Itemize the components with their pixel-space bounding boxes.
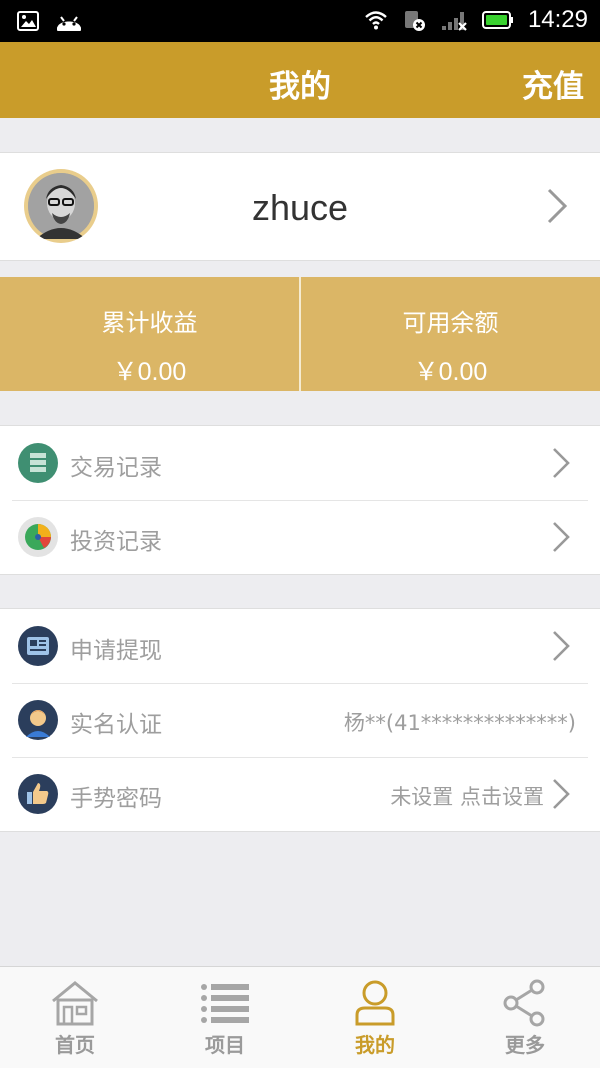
android-icon xyxy=(57,16,81,31)
chevron-right-icon xyxy=(553,631,570,661)
chevron-right-icon xyxy=(547,188,568,224)
list-item-gesture-password[interactable]: 手势密码 未设置 点击设置 xyxy=(0,757,600,831)
list-item-label: 投资记录 xyxy=(70,529,162,555)
thumbs-up-icon xyxy=(18,774,58,814)
gesture-password-status: 未设置 点击设置 xyxy=(390,785,544,809)
available-balance: 可用余额 ￥0.00 xyxy=(299,277,600,391)
clock: 14:29 xyxy=(527,6,588,33)
total-earnings: 累计收益 ￥0.00 xyxy=(0,277,299,391)
tab-home[interactable]: 首页 xyxy=(0,967,150,1068)
signal-icon xyxy=(441,12,467,31)
account-stats: 累计收益 ￥0.00 可用余额 ￥0.00 xyxy=(0,277,600,391)
chevron-right-icon xyxy=(553,779,570,809)
tab-label: 首页 xyxy=(55,1033,95,1057)
list-item-investment-records[interactable]: 投资记录 xyxy=(0,500,600,574)
list-item-label: 手势密码 xyxy=(70,786,162,812)
home-icon xyxy=(52,981,98,1026)
tab-projects[interactable]: 项目 xyxy=(150,967,300,1068)
app-bar: 我的 充值 xyxy=(0,42,600,118)
records-group: 交易记录 投资记录 xyxy=(0,425,600,575)
share-icon xyxy=(503,979,545,1027)
list-icon xyxy=(201,984,249,1023)
available-balance-label: 可用余额 xyxy=(402,309,499,337)
person-icon xyxy=(18,700,58,740)
verification-status: 杨**(41**************) xyxy=(343,711,576,735)
wifi-icon xyxy=(365,11,387,30)
profile-row[interactable]: zhuce xyxy=(0,152,600,261)
recharge-button[interactable]: 充值 xyxy=(522,61,584,106)
chevron-right-icon xyxy=(553,448,570,478)
image-icon xyxy=(17,11,39,31)
battery-icon xyxy=(481,11,513,29)
tab-label: 更多 xyxy=(505,1033,545,1057)
list-item-label: 实名认证 xyxy=(70,712,162,738)
bottom-tab-bar: 首页 项目 我的 更多 xyxy=(0,966,600,1068)
list-item-real-name-verification[interactable]: 实名认证 杨**(41**************) xyxy=(0,683,600,757)
sim-off-icon xyxy=(404,11,425,31)
available-balance-value: ￥0.00 xyxy=(413,358,488,386)
total-earnings-label: 累计收益 xyxy=(101,309,198,337)
tab-mine[interactable]: 我的 xyxy=(300,967,450,1068)
page-title: 我的 xyxy=(269,69,331,105)
card-icon xyxy=(18,626,58,666)
user-icon xyxy=(355,980,395,1026)
tab-more[interactable]: 更多 xyxy=(450,967,600,1068)
list-item-label: 交易记录 xyxy=(70,455,162,481)
tab-label: 项目 xyxy=(205,1033,245,1057)
username: zhuce xyxy=(251,187,349,228)
list-item-label: 申请提现 xyxy=(70,638,162,664)
pie-chart-icon xyxy=(18,517,58,557)
chevron-right-icon xyxy=(553,522,570,552)
list-item-transaction-records[interactable]: 交易记录 xyxy=(0,426,600,500)
tab-label: 我的 xyxy=(355,1033,395,1057)
total-earnings-value: ￥0.00 xyxy=(112,358,187,386)
status-bar: 14:29 xyxy=(0,0,600,42)
stack-icon xyxy=(18,443,58,483)
list-item-withdraw[interactable]: 申请提现 xyxy=(0,609,600,683)
account-group: 申请提现 实名认证 杨**(41**************) 手势密码 未设置… xyxy=(0,608,600,832)
